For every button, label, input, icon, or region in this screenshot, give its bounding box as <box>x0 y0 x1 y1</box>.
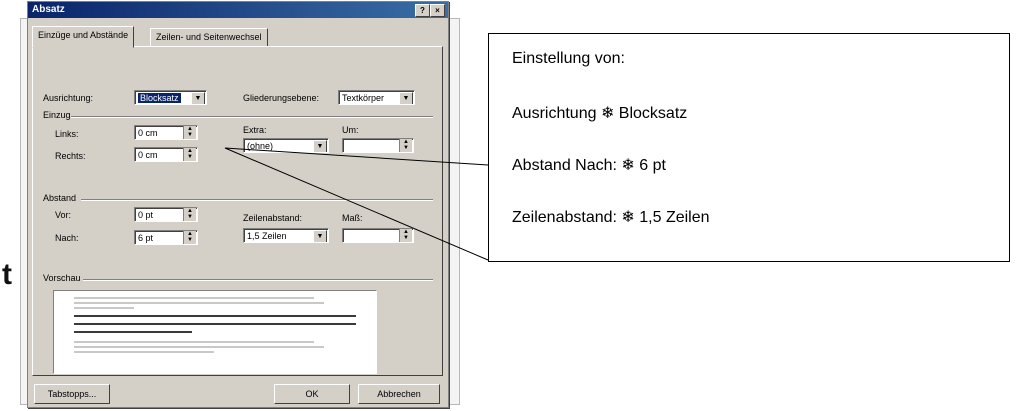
callout-heading: Einstellung von: <box>512 50 625 67</box>
callout-line-abstand: Abstand Nach: ❄ 6 pt <box>512 157 666 174</box>
callout-line-ausrichtung: Ausrichtung ❄ Blocksatz <box>512 105 688 122</box>
tab-einzuege-abstaende[interactable]: Einzüge und Abstände <box>32 26 135 48</box>
callout-line-zeilenabstand: Zeilenabstand: ❄ 1,5 Zeilen <box>512 209 710 226</box>
callout-box: Einstellung von: Ausrichtung ❄ Blocksatz… <box>488 33 1010 262</box>
